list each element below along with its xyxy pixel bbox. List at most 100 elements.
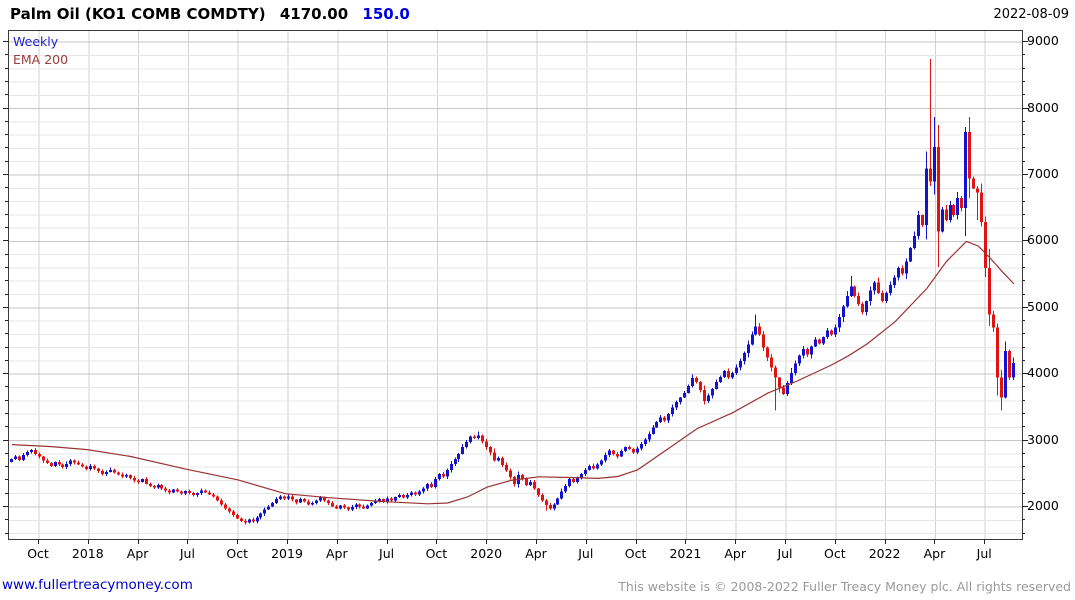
axis-tick [884, 539, 886, 544]
axis-tick [1022, 213, 1025, 215]
x-axis-label: 2021 [669, 546, 702, 561]
axis-tick [187, 539, 189, 544]
axis-tick [1022, 346, 1025, 348]
axis-tick [1022, 120, 1025, 122]
axis-tick [1022, 492, 1025, 494]
axis-tick [1022, 373, 1028, 375]
y-axis-label: 4000 [1027, 365, 1059, 381]
axis-tick [1022, 439, 1028, 441]
x-axis-label: 2018 [71, 546, 104, 561]
axis-tick [5, 187, 8, 189]
x-axis-label: 2020 [470, 546, 503, 561]
x-axis-label: Apr [126, 546, 149, 561]
x-axis-label: Jul [777, 546, 793, 561]
axis-tick [5, 359, 8, 361]
axis-tick [87, 539, 89, 544]
axis-tick [1022, 41, 1028, 43]
x-axis-label: Jul [379, 546, 395, 561]
last-price: 4170.00 [279, 5, 349, 23]
axis-tick [336, 539, 338, 544]
axis-tick [984, 539, 986, 544]
y-axis-label: 2000 [1027, 498, 1059, 513]
axis-tick [1022, 67, 1025, 69]
x-axis-label: 2022 [868, 546, 901, 561]
axis-tick [1022, 266, 1025, 268]
y-axis-label: 5000 [1027, 298, 1059, 314]
chart-plot-area: Weekly EMA 200 [8, 30, 1023, 540]
axis-tick [1022, 306, 1028, 308]
axis-tick [1022, 134, 1025, 136]
chart-date: 2022-08-09 [993, 7, 1069, 22]
axis-tick [1022, 320, 1025, 322]
axis-tick [137, 539, 139, 544]
axis-tick [1022, 174, 1028, 175]
axis-tick [3, 373, 8, 375]
axis-tick [1022, 519, 1025, 521]
axis-tick [1022, 506, 1028, 507]
axis-tick [635, 539, 637, 544]
axis-tick [1022, 452, 1025, 454]
axis-tick [1022, 333, 1025, 335]
y-axis-label: 9000 [1027, 33, 1059, 49]
y-axis-label: 7000 [1027, 166, 1059, 181]
y-axis-label: 6000 [1027, 232, 1059, 248]
axis-tick [1022, 94, 1025, 96]
axis-tick [5, 94, 8, 96]
axis-tick [5, 253, 8, 255]
axis-tick [38, 539, 39, 544]
axis-tick [5, 266, 8, 268]
axis-tick [1022, 359, 1025, 361]
axis-tick [1022, 147, 1025, 149]
axis-tick [735, 539, 737, 544]
axis-tick [5, 227, 8, 229]
axis-tick [486, 539, 488, 544]
axis-tick [1022, 227, 1025, 229]
axis-tick [1022, 386, 1025, 388]
axis-tick [3, 107, 8, 109]
axis-tick [5, 466, 8, 468]
axis-tick [5, 147, 8, 149]
price-change: 150.0 [362, 5, 410, 23]
axis-tick [5, 399, 8, 401]
axis-tick [5, 120, 8, 122]
candlestick-chart[interactable] [9, 31, 1022, 539]
x-axis-label: Jul [578, 546, 594, 561]
axis-tick [685, 539, 687, 544]
x-axis-label: Apr [923, 546, 946, 561]
axis-tick [785, 539, 786, 544]
axis-tick [1022, 240, 1028, 242]
axis-tick [1022, 160, 1025, 162]
axis-tick [5, 413, 8, 415]
axis-tick [3, 174, 8, 175]
axis-tick [1022, 200, 1025, 202]
axis-tick [5, 333, 8, 335]
axis-tick [5, 54, 8, 56]
axis-tick [3, 439, 8, 441]
x-axis-label: Oct [226, 546, 248, 561]
axis-tick [5, 320, 8, 322]
axis-tick [5, 160, 8, 162]
axis-tick [5, 452, 8, 454]
x-axis-label: Oct [425, 546, 448, 561]
site-link[interactable]: www.fullertreacymoney.com [2, 577, 193, 593]
y-axis-label: 3000 [1027, 431, 1059, 447]
x-axis-label: 2019 [271, 546, 303, 561]
axis-tick [1022, 413, 1025, 415]
x-axis-label: Apr [525, 546, 547, 561]
axis-tick [5, 81, 8, 83]
axis-tick [1022, 253, 1025, 255]
x-axis-label: Jul [179, 546, 195, 561]
axis-tick [5, 519, 8, 521]
page-title: Palm Oil (KO1 COMB COMDTY) [10, 5, 266, 23]
axis-tick [5, 134, 8, 136]
axis-tick [1022, 280, 1025, 282]
axis-tick [1022, 54, 1025, 56]
x-axis-label: Oct [823, 546, 846, 561]
axis-tick [436, 539, 438, 544]
x-axis-label: Apr [724, 546, 746, 561]
axis-tick [386, 539, 388, 544]
x-axis-label: Jul [976, 546, 992, 561]
axis-tick [1022, 187, 1025, 189]
axis-tick [5, 479, 8, 481]
axis-tick [1022, 81, 1025, 83]
